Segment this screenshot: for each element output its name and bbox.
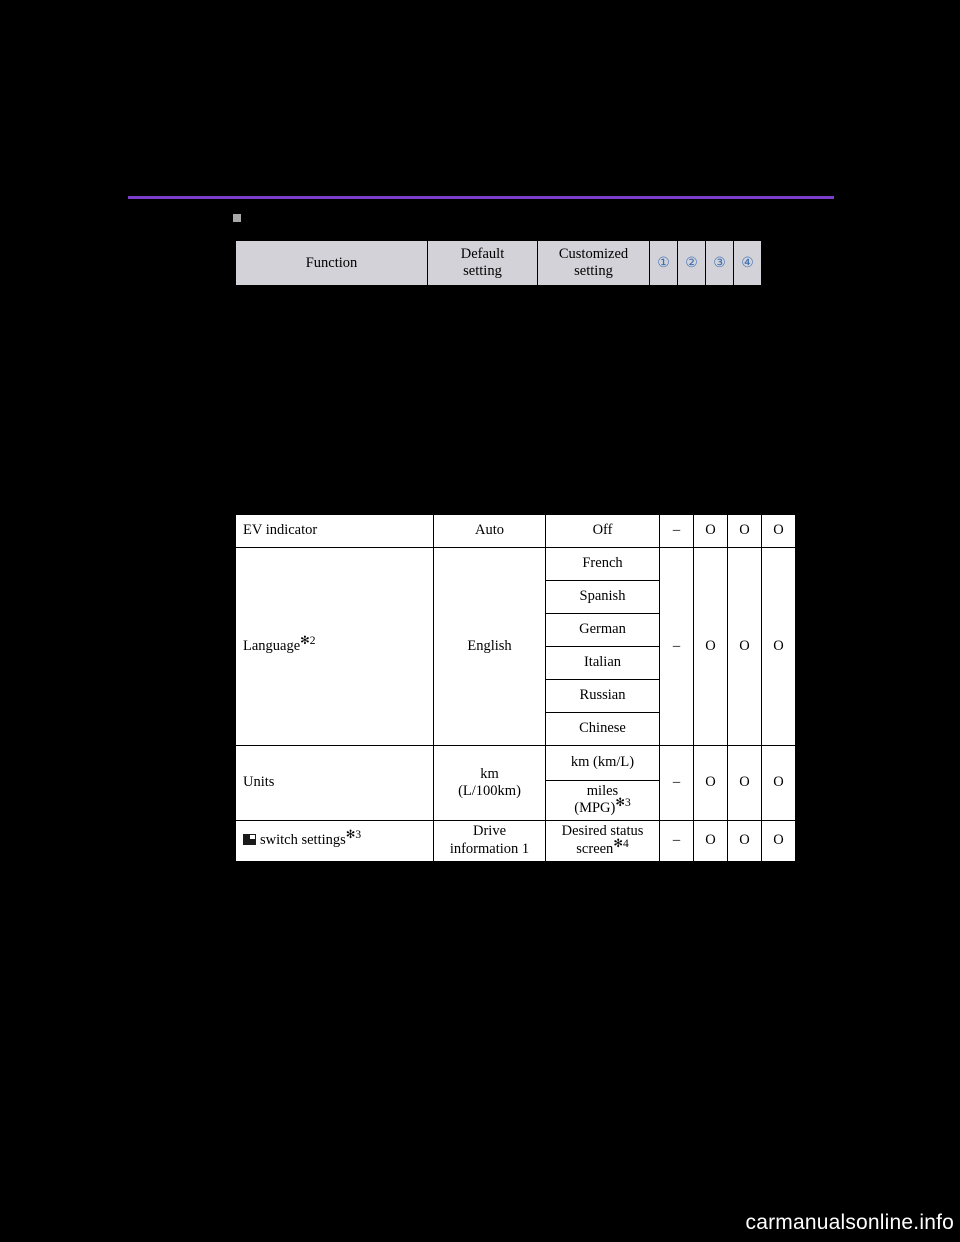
cell-mark-1-ev: – — [659, 514, 694, 548]
site-watermark: carmanualsonline.info — [745, 1211, 954, 1234]
circled-number-4: ④ — [741, 255, 754, 271]
cell-function-language: Language✻2 — [235, 547, 434, 746]
cell-customized-language-chinese: Chinese — [545, 712, 660, 746]
cell-customized-units-miles-line1: miles — [586, 783, 619, 799]
cell-mark-2-ev: O — [693, 514, 728, 548]
cell-customized-language-spanish: Spanish — [545, 580, 660, 614]
header-function-label: Function — [305, 254, 358, 271]
table-row: switch settings✻3 Drive information 1 De… — [235, 819, 796, 862]
cell-customized-units-miles: miles (MPG)✻3 — [545, 780, 660, 821]
footnote-marker-lang: ✻2 — [300, 634, 316, 647]
footnote-marker-switch-custom: ✻4 — [613, 837, 629, 850]
cell-mark-2-switch: O — [693, 819, 728, 862]
section-divider-rule — [128, 196, 834, 199]
cell-customized-language-russian: Russian — [545, 679, 660, 713]
cell-mark-4-switch: O — [761, 819, 796, 862]
cell-customized-switch-settings: Desired status screen✻4 — [545, 819, 660, 862]
circled-number-1: ① — [657, 255, 670, 271]
cell-function-units: Units — [235, 745, 434, 821]
header-function: Function — [235, 240, 428, 286]
cell-mark-1-lang: – — [659, 547, 694, 746]
header-default-line2: setting — [463, 263, 502, 279]
cell-mark-4-units: O — [761, 745, 796, 821]
table-row: Units km (L/100km) km (km/L) – O O O — [235, 745, 796, 821]
cell-mark-4-lang: O — [761, 547, 796, 746]
header-default: Default setting — [427, 240, 538, 286]
cell-default-switch-line2: information 1 — [449, 840, 530, 857]
header-customized-line1: Customized — [558, 246, 629, 263]
table-row: EV indicator Auto Off – O O O — [235, 514, 796, 548]
circled-number-2: ② — [685, 255, 698, 271]
cell-mark-3-lang: O — [727, 547, 762, 746]
header-table: Function Default setting Customized sett… — [235, 240, 762, 286]
cell-mark-1-units: – — [659, 745, 694, 821]
header-number-2: ② — [677, 240, 706, 286]
cell-mark-3-units: O — [727, 745, 762, 821]
cell-function-switch-settings: switch settings✻3 — [235, 819, 434, 862]
switch-icon — [243, 834, 256, 846]
cell-default-language: English — [433, 547, 546, 746]
header-default-line1: Default — [460, 246, 505, 263]
cell-customized-units-km: km (km/L) — [545, 745, 660, 781]
cell-default-switch-settings: Drive information 1 — [433, 819, 546, 862]
cell-mark-3-switch: O — [727, 819, 762, 862]
footnote-marker-units: ✻3 — [615, 797, 631, 810]
cell-mark-1-switch: – — [659, 819, 694, 862]
cell-customized-units-miles-line2: (MPG) — [574, 800, 616, 817]
cell-customized-switch-line1: Desired status — [561, 823, 644, 840]
section-bullet-square — [233, 214, 241, 222]
cell-function-switch-text: switch settings — [260, 832, 346, 849]
cell-customized-language-french: French — [545, 547, 660, 581]
document-page: Function Default setting Customized sett… — [0, 0, 960, 1242]
footnote-marker-switch: ✻3 — [345, 829, 362, 842]
table-row: Language✻2 English French – O O O — [235, 547, 796, 746]
header-row: Function Default setting Customized sett… — [235, 240, 762, 286]
cell-customized-ev-indicator: Off — [545, 514, 660, 548]
header-number-3: ③ — [705, 240, 734, 286]
cell-customized-switch-line2: screen — [576, 840, 614, 857]
cell-mark-2-units: O — [693, 745, 728, 821]
cell-default-units: km (L/100km) — [433, 745, 546, 821]
header-number-1: ① — [649, 240, 678, 286]
cell-mark-4-ev: O — [761, 514, 796, 548]
header-number-4: ④ — [733, 240, 762, 286]
cell-default-units-line1: km — [480, 765, 499, 782]
cell-customized-language-german: German — [545, 613, 660, 647]
cell-function-ev-indicator: EV indicator — [235, 514, 434, 548]
cell-mark-3-ev: O — [727, 514, 762, 548]
cell-mark-2-lang: O — [693, 547, 728, 746]
header-customized-line2: setting — [574, 263, 613, 279]
settings-table: EV indicator Auto Off – O O O Language✻2… — [235, 514, 796, 862]
cell-default-units-line2: (L/100km) — [458, 782, 521, 799]
cell-default-switch-line1: Drive — [472, 823, 506, 840]
header-customized: Customized setting — [537, 240, 650, 286]
cell-function-language-text: Language — [243, 637, 301, 654]
cell-customized-language-italian: Italian — [545, 646, 660, 680]
circled-number-3: ③ — [713, 255, 726, 271]
cell-default-ev-indicator: Auto — [433, 514, 546, 548]
